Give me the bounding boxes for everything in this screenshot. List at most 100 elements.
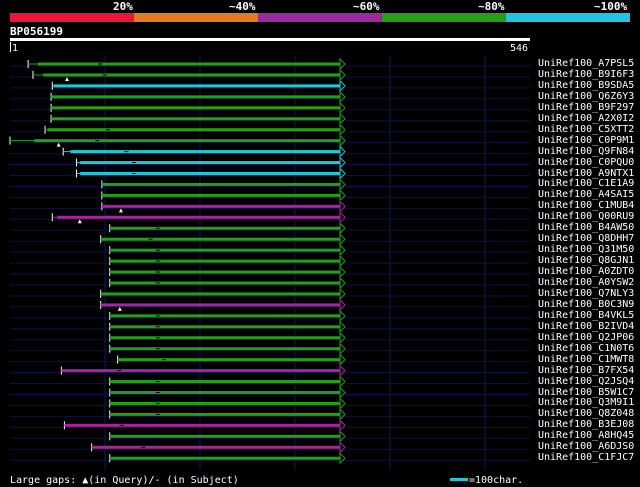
- hit-name[interactable]: UniRef100_C1FJC7: [538, 452, 634, 463]
- hit-end-arrow: [339, 167, 346, 180]
- hit-end-arrow: [339, 222, 346, 235]
- hit-end-arrow: [339, 254, 346, 268]
- hit-name[interactable]: UniRef100_Q00RU9: [538, 211, 634, 222]
- hit-alignment-bar[interactable]: [51, 95, 340, 99]
- hit-name[interactable]: UniRef100_A6DJS0: [538, 441, 634, 452]
- hit-name[interactable]: UniRef100_C5XTT2: [538, 124, 634, 135]
- query-gap-marker: [77, 219, 82, 224]
- query-gap-marker: [117, 306, 122, 311]
- hit-alignment-bar[interactable]: [109, 270, 340, 274]
- hit-name[interactable]: UniRef100_B4VKL5: [538, 310, 634, 321]
- hit-end-arrow: [339, 331, 346, 344]
- hit-alignment-bar[interactable]: [70, 150, 340, 154]
- hit-name[interactable]: UniRef100_B9I6F3: [538, 69, 634, 80]
- hit-name[interactable]: UniRef100_Q2JSQ4: [538, 376, 634, 387]
- hit-name[interactable]: UniRef100_A9NTX1: [538, 168, 634, 179]
- hit-name[interactable]: UniRef100_A2X0I2: [538, 113, 634, 124]
- scale-legend-bar: [450, 478, 468, 481]
- hit-name[interactable]: UniRef100_Q8DHH7: [538, 233, 634, 244]
- hit-end-arrow: [339, 156, 346, 169]
- hit-name[interactable]: UniRef100_Q2JP06: [538, 332, 634, 343]
- hit-alignment-bar[interactable]: [101, 182, 340, 186]
- hit-alignment-bar[interactable]: [109, 412, 340, 416]
- hit-alignment-bar[interactable]: [100, 292, 341, 296]
- hit-alignment-bar[interactable]: [100, 237, 341, 241]
- hit-alignment-bar[interactable]: [109, 281, 340, 285]
- hit-name[interactable]: UniRef100_C1MWT8: [538, 354, 634, 365]
- hit-alignment-bar[interactable]: [109, 401, 340, 405]
- hit-alignment-bar[interactable]: [64, 423, 341, 427]
- hit-end-arrow: [339, 145, 346, 158]
- hit-alignment-bar[interactable]: [37, 62, 341, 66]
- hit-name[interactable]: UniRef100_B4AW50: [538, 222, 634, 233]
- hit-alignment-bar[interactable]: [53, 84, 341, 88]
- hit-end-arrow: [339, 211, 346, 224]
- hit-name[interactable]: UniRef100_B9SDA5: [538, 80, 634, 91]
- hit-end-arrow: [339, 79, 346, 93]
- hit-alignment-bar[interactable]: [43, 73, 340, 77]
- scale-legend-label: =100char.: [469, 475, 524, 486]
- hit-alignment-bar[interactable]: [47, 128, 340, 132]
- hit-name[interactable]: UniRef100_C1N0T6: [538, 343, 634, 354]
- hit-name[interactable]: UniRef100_Q6Z6Y3: [538, 91, 634, 102]
- hit-name[interactable]: UniRef100_Q31M50: [538, 244, 634, 255]
- hit-alignment-bar[interactable]: [109, 391, 340, 394]
- hit-name[interactable]: UniRef100_B0C3N9: [538, 299, 634, 310]
- hit-name[interactable]: UniRef100_C1E1A9: [538, 178, 634, 189]
- hit-alignment-bar[interactable]: [51, 117, 340, 121]
- hit-alignment-bar[interactable]: [57, 215, 341, 219]
- hit-name[interactable]: UniRef100_Q7NLY3: [538, 288, 634, 299]
- hit-end-arrow: [339, 320, 346, 334]
- hit-name[interactable]: UniRef100_A7PSL5: [538, 58, 634, 69]
- hit-alignment-bar[interactable]: [109, 226, 340, 230]
- hit-end-arrow: [339, 298, 346, 312]
- hit-alignment-bar[interactable]: [101, 193, 340, 197]
- hit-end-arrow: [339, 265, 346, 279]
- hit-name[interactable]: UniRef100_C1MUB4: [538, 200, 634, 211]
- hit-alignment-bar[interactable]: [109, 325, 340, 329]
- hit-name[interactable]: UniRef100_A0YSW2: [538, 277, 634, 288]
- hit-alignment-bar[interactable]: [91, 445, 340, 449]
- hit-name[interactable]: UniRef100_Q9FN84: [538, 146, 634, 157]
- hit-alignment-bar[interactable]: [80, 172, 340, 175]
- hit-alignment-bar[interactable]: [109, 380, 340, 384]
- hit-alignment-bar[interactable]: [51, 106, 340, 110]
- hit-name[interactable]: UniRef100_A4SAI5: [538, 189, 634, 200]
- hit-name[interactable]: UniRef100_B2IVD4: [538, 321, 634, 332]
- hit-alignment-bar[interactable]: [101, 204, 340, 208]
- hit-name[interactable]: UniRef100_A0ZDT0: [538, 266, 634, 277]
- hit-alignment-bar[interactable]: [109, 336, 340, 340]
- hit-name[interactable]: UniRef100_Q8GJN1: [538, 255, 634, 266]
- hit-alignment-bar[interactable]: [100, 303, 341, 307]
- hit-end-arrow: [339, 189, 346, 202]
- hit-end-arrow: [339, 232, 346, 246]
- hit-end-arrow: [339, 101, 346, 115]
- hit-end-arrow: [339, 178, 346, 191]
- hit-name[interactable]: UniRef100_B3EJ08: [538, 419, 634, 430]
- hit-name[interactable]: UniRef100_Q3M9I1: [538, 397, 634, 408]
- hit-name[interactable]: UniRef100_C0PQU0: [538, 157, 634, 168]
- hit-alignment-bar[interactable]: [117, 358, 340, 362]
- hit-end-arrow: [339, 375, 346, 388]
- hit-end-arrow: [339, 419, 346, 432]
- hit-end-arrow: [339, 386, 346, 399]
- hit-alignment-bar[interactable]: [109, 347, 340, 351]
- hit-end-arrow: [339, 134, 346, 147]
- hit-alignment-bar[interactable]: [109, 248, 340, 252]
- hit-name[interactable]: UniRef100_B5W1C7: [538, 387, 634, 398]
- hit-alignment-bar[interactable]: [109, 259, 340, 263]
- hit-alignment-bar[interactable]: [109, 434, 340, 438]
- hit-alignment-bar[interactable]: [109, 456, 340, 460]
- hit-name[interactable]: UniRef100_B9F297: [538, 102, 634, 113]
- query-gap-marker: [118, 208, 123, 213]
- hit-end-arrow: [339, 408, 346, 421]
- hit-name[interactable]: UniRef100_A8HQ45: [538, 430, 634, 441]
- hit-end-arrow: [339, 276, 346, 290]
- hit-name[interactable]: UniRef100_B7FX54: [538, 365, 634, 376]
- hit-alignment-bar[interactable]: [80, 161, 340, 165]
- hit-alignment-bar[interactable]: [34, 139, 341, 143]
- hit-name[interactable]: UniRef100_Q8Z048: [538, 408, 634, 419]
- hit-name[interactable]: UniRef100_C0P9M1: [538, 135, 634, 146]
- hit-alignment-bar[interactable]: [109, 314, 340, 318]
- hit-alignment-bar[interactable]: [61, 369, 340, 373]
